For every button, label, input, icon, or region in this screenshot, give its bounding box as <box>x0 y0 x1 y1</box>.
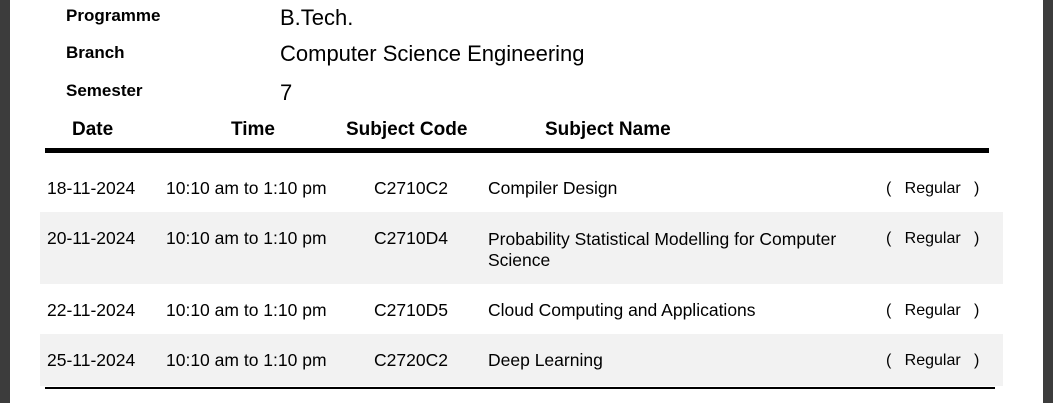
exam-time: 10:10 am to 1:10 pm <box>166 228 327 248</box>
table-row: 22-11-2024 10:10 am to 1:10 pm C2710D5 C… <box>40 284 1003 334</box>
semester-label: Semester <box>66 81 143 100</box>
exam-type: ( Regular ) <box>886 230 980 247</box>
table-row: 25-11-2024 10:10 am to 1:10 pm C2720C2 D… <box>40 334 1003 386</box>
exam-time: 10:10 am to 1:10 pm <box>166 178 327 198</box>
subject-code: C2720C2 <box>374 350 448 370</box>
header-time: Time <box>231 119 276 140</box>
exam-date: 25-11-2024 <box>47 350 136 370</box>
programme-value: B.Tech. <box>280 5 354 30</box>
programme-label: Programme <box>66 6 161 25</box>
header-subject-code: Subject Code <box>346 119 468 140</box>
exam-date: 18-11-2024 <box>47 178 136 198</box>
exam-time: 10:10 am to 1:10 pm <box>166 300 327 320</box>
header-subject-name: Subject Name <box>545 119 671 140</box>
left-frame-edge <box>0 0 10 403</box>
exam-date: 22-11-2024 <box>47 300 136 320</box>
subject-name: Deep Learning <box>488 350 603 370</box>
exam-type: ( Regular ) <box>886 180 980 197</box>
subject-name: Cloud Computing and Applications <box>488 300 756 320</box>
semester-value: 7 <box>280 80 293 105</box>
exam-time: 10:10 am to 1:10 pm <box>166 350 327 370</box>
table-row: 18-11-2024 10:10 am to 1:10 pm C2710C2 C… <box>40 162 1003 212</box>
subject-code: C2710D4 <box>374 228 448 248</box>
subject-code: C2710D5 <box>374 300 448 320</box>
table-row: 20-11-2024 10:10 am to 1:10 pm C2710D4 P… <box>40 212 1003 284</box>
subject-name: Probability Statistical Modelling for Co… <box>488 229 837 270</box>
table-bottom-rule <box>45 387 995 389</box>
subject-name: Compiler Design <box>488 178 618 198</box>
subject-code: C2710C2 <box>374 178 448 198</box>
header-date: Date <box>72 119 114 140</box>
exam-type: ( Regular ) <box>886 352 980 369</box>
branch-value: Computer Science Engineering <box>280 41 585 66</box>
exam-type: ( Regular ) <box>886 302 980 319</box>
right-frame-edge <box>1043 0 1053 403</box>
header-rule <box>45 148 989 153</box>
exam-date: 20-11-2024 <box>47 228 136 248</box>
branch-label: Branch <box>66 43 125 62</box>
